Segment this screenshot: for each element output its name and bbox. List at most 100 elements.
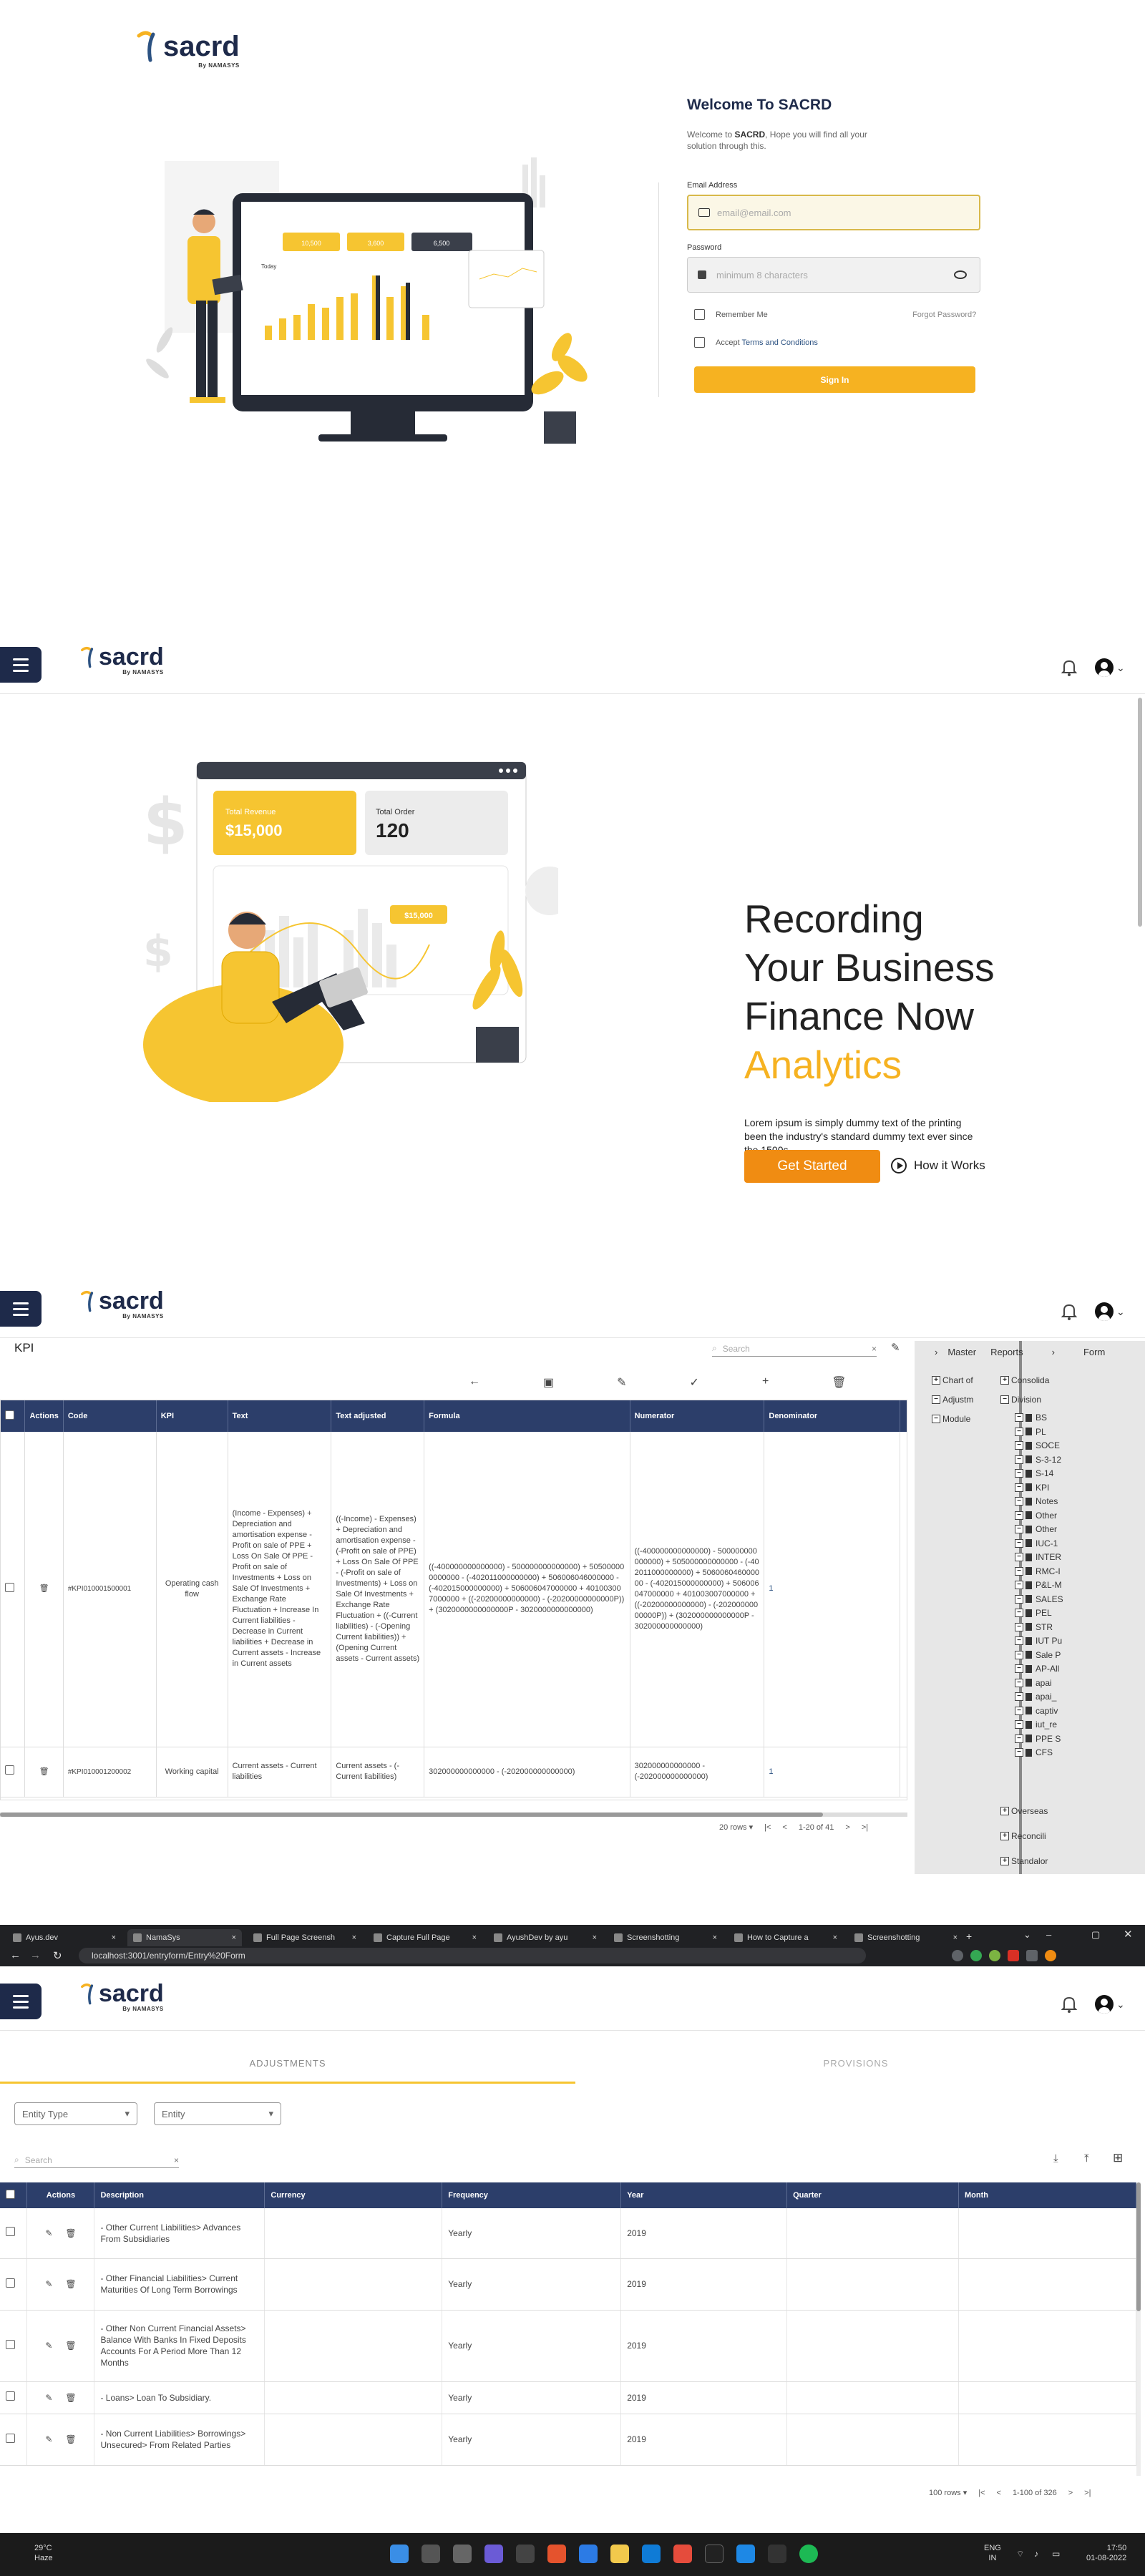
table-row[interactable]: ✎ 🗑 - Other Current Liabilities> Advances … bbox=[0, 2208, 1136, 2259]
search-input[interactable]: ⌕ Search × bbox=[14, 2152, 179, 2168]
table-row[interactable]: 🗑 #KPI010001500001 Operating cash flow (… bbox=[1, 1432, 907, 1747]
menu-button[interactable] bbox=[0, 1291, 42, 1327]
delete-icon[interactable]: 🗑 bbox=[65, 2228, 76, 2238]
tree-item[interactable]: − apai bbox=[1015, 1678, 1052, 1688]
edit-note-icon[interactable]: ✎ bbox=[617, 1375, 626, 1390]
remember-checkbox[interactable] bbox=[694, 309, 705, 320]
col-actions[interactable]: Actions bbox=[24, 1400, 64, 1432]
widgets-icon[interactable] bbox=[516, 2545, 535, 2563]
tab-close-icon[interactable]: × bbox=[232, 1933, 236, 1942]
tab-close-icon[interactable]: × bbox=[472, 1933, 477, 1942]
tree-item[interactable]: − Division bbox=[1000, 1395, 1041, 1405]
sign-in-button[interactable]: Sign In bbox=[694, 366, 975, 393]
menu-button[interactable] bbox=[0, 647, 42, 683]
browser-tab[interactable]: How to Capture a × bbox=[729, 1929, 843, 1946]
delete-icon[interactable]: 🗑 bbox=[39, 1767, 49, 1776]
bell-icon[interactable] bbox=[1061, 1995, 1078, 2014]
delete-icon[interactable]: 🗑 bbox=[39, 1584, 49, 1593]
col-quarter[interactable]: Quarter bbox=[786, 2182, 959, 2208]
rows-per-page-select[interactable]: 100 rows ▾ bbox=[929, 2488, 967, 2497]
tab-close-icon[interactable]: × bbox=[953, 1933, 958, 1942]
next-page-icon[interactable]: > bbox=[845, 1823, 849, 1832]
tree-item[interactable]: + Consolida bbox=[1000, 1375, 1049, 1385]
tab-form[interactable]: Form bbox=[1083, 1347, 1105, 1357]
table-row[interactable]: ✎ 🗑 - Other Financial Liabilities> Current… bbox=[0, 2258, 1136, 2311]
first-page-icon[interactable]: |< bbox=[764, 1823, 771, 1832]
tab-close-icon[interactable]: × bbox=[593, 1933, 597, 1942]
last-page-icon[interactable]: >| bbox=[862, 1823, 868, 1832]
email-field[interactable]: email@email.com bbox=[687, 195, 980, 230]
file-explorer-icon[interactable] bbox=[610, 2545, 629, 2563]
browser-tab[interactable]: Screenshotting × bbox=[608, 1929, 723, 1946]
col-denominator[interactable]: Denominator bbox=[764, 1400, 901, 1432]
extension-icon[interactable] bbox=[970, 1950, 982, 1961]
row-checkbox[interactable] bbox=[5, 1582, 14, 1592]
brave-icon[interactable] bbox=[547, 2545, 566, 2563]
edge-icon[interactable] bbox=[579, 2545, 598, 2563]
tab-close-icon[interactable]: × bbox=[713, 1933, 717, 1942]
tree-item[interactable]: − STR bbox=[1015, 1622, 1053, 1632]
menu-button[interactable] bbox=[0, 1984, 42, 2019]
browser-tab[interactable]: Full Page Screensh × bbox=[248, 1929, 362, 1946]
edit-icon[interactable]: ✎ bbox=[45, 2393, 52, 2403]
table-row[interactable]: ✎ 🗑 - Other Non Current Financial Assets> … bbox=[0, 2310, 1136, 2382]
tree-item[interactable]: − Other bbox=[1015, 1511, 1057, 1521]
browser-tab[interactable]: Screenshotting × bbox=[849, 1929, 963, 1946]
user-menu[interactable]: ⌄ bbox=[1095, 1995, 1125, 2014]
col-numerator[interactable]: Numerator bbox=[630, 1400, 765, 1432]
next-page-icon[interactable]: > bbox=[1068, 2489, 1073, 2497]
browser-tab[interactable]: Capture Full Page × bbox=[368, 1929, 482, 1946]
tree-item[interactable]: − SOCE bbox=[1015, 1440, 1060, 1450]
tree-item[interactable]: − RMC-I bbox=[1015, 1566, 1061, 1576]
task-view-icon[interactable] bbox=[453, 2545, 472, 2563]
tree-item[interactable]: − IUT Pu bbox=[1015, 1636, 1062, 1646]
tree-item[interactable]: − CFS bbox=[1015, 1747, 1053, 1757]
prev-page-icon[interactable]: < bbox=[782, 1823, 786, 1832]
col-text[interactable]: Text bbox=[228, 1400, 332, 1432]
last-page-icon[interactable]: >| bbox=[1084, 2489, 1091, 2497]
password-field[interactable]: minimum 8 characters bbox=[687, 257, 980, 293]
tree-item[interactable]: − Adjustm bbox=[932, 1395, 973, 1405]
search-icon[interactable] bbox=[422, 2545, 440, 2563]
col-formula[interactable]: Formula bbox=[424, 1400, 630, 1432]
extension-icon[interactable] bbox=[952, 1950, 963, 1961]
forward-icon[interactable]: → bbox=[30, 1949, 41, 1961]
terms-link[interactable]: Terms and Conditions bbox=[742, 338, 818, 347]
back-icon[interactable]: ← bbox=[10, 1949, 21, 1961]
delete-icon[interactable]: 🗑 bbox=[65, 2393, 76, 2403]
wifi-icon[interactable]: ⌔ bbox=[1016, 2549, 1024, 2560]
tab-adjustments[interactable]: ADJUSTMENTS bbox=[0, 2058, 575, 2084]
tree-item[interactable]: − KPI bbox=[1015, 1483, 1049, 1493]
row-checkbox[interactable] bbox=[6, 2339, 15, 2349]
col-description[interactable]: Description bbox=[94, 2182, 265, 2208]
tree-item[interactable]: − P&L-M bbox=[1015, 1580, 1062, 1590]
terms-checkbox[interactable] bbox=[694, 337, 705, 348]
minimize-icon[interactable]: – bbox=[1046, 1929, 1051, 1940]
chat-icon[interactable] bbox=[484, 2545, 503, 2563]
prev-page-icon[interactable]: < bbox=[997, 2489, 1001, 2497]
edit-icon[interactable]: ✎ bbox=[891, 1341, 900, 1354]
row-checkbox[interactable] bbox=[6, 2391, 15, 2401]
page-scrollbar[interactable] bbox=[1138, 698, 1142, 927]
tree-item[interactable]: − AP-All bbox=[1015, 1664, 1059, 1674]
eye-off-icon[interactable] bbox=[954, 270, 967, 279]
clock[interactable]: 17:50 01-08-2022 bbox=[1086, 2543, 1126, 2563]
vscode-icon[interactable] bbox=[736, 2545, 755, 2563]
volume-icon[interactable]: ♪ bbox=[1034, 2549, 1038, 2559]
maximize-icon[interactable]: ▢ bbox=[1091, 1929, 1100, 1941]
tree-item[interactable]: − PPE S bbox=[1015, 1734, 1061, 1744]
tree-item[interactable]: − Module bbox=[932, 1414, 970, 1424]
weather-widget[interactable]: 29°C Haze bbox=[34, 2543, 53, 2563]
tree-item[interactable]: + Chart of bbox=[932, 1375, 973, 1385]
bell-icon[interactable] bbox=[1061, 658, 1078, 677]
tab-close-icon[interactable]: × bbox=[352, 1933, 356, 1942]
download-icon[interactable]: ⤓ bbox=[1053, 2152, 1058, 2165]
verify-icon[interactable]: ✓ bbox=[690, 1375, 699, 1390]
select-all-checkbox[interactable] bbox=[6, 2190, 15, 2199]
clear-icon[interactable]: × bbox=[174, 2155, 179, 2165]
tree-item[interactable]: − S-14 bbox=[1015, 1468, 1053, 1478]
table-row[interactable]: ✎ 🗑 - Loans> Loan To Subsidiary. Yearly 2019 bbox=[0, 2381, 1136, 2414]
tab-master[interactable]: Master bbox=[947, 1347, 976, 1357]
search-input[interactable]: ⌕ Search × bbox=[712, 1341, 877, 1357]
col-text-adjusted[interactable]: Text adjusted bbox=[331, 1400, 425, 1432]
